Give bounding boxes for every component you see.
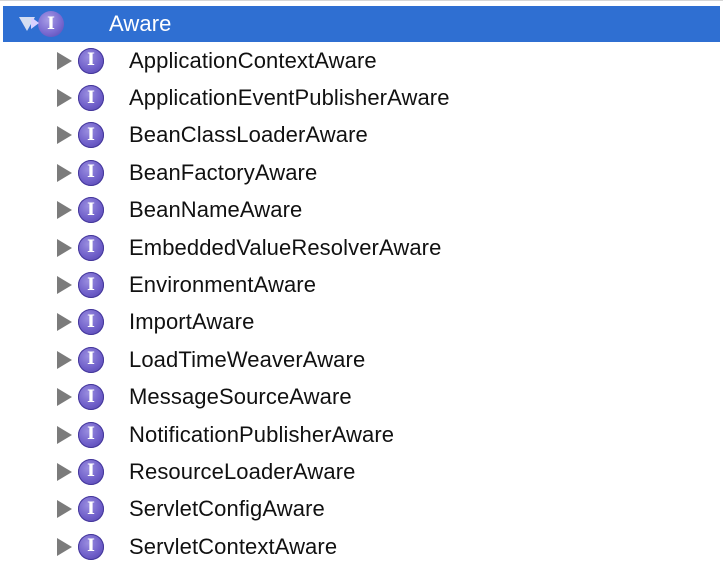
tree-node-label: BeanClassLoaderAware <box>129 122 368 148</box>
tree-node[interactable]: I ApplicationContextAware <box>0 42 723 79</box>
interface-icon: I <box>78 496 104 523</box>
tree-node[interactable]: I ImportAware <box>0 304 723 341</box>
tree-node-label: ImportAware <box>129 309 255 335</box>
interface-glyph: I <box>87 237 95 258</box>
interface-icon: I <box>78 533 104 560</box>
interface-glyph: I <box>87 199 95 220</box>
tree-node-label: LoadTimeWeaverAware <box>129 346 366 372</box>
interface-icon: I <box>78 421 104 448</box>
disclosure-triangle-icon[interactable] <box>57 276 72 295</box>
disclosure-triangle-icon[interactable] <box>57 89 72 108</box>
interface-icon: I <box>78 272 104 299</box>
interface-glyph: I <box>87 498 95 519</box>
tree-node[interactable]: I LoadTimeWeaverAware <box>0 341 723 378</box>
tree-node[interactable]: I BeanFactoryAware <box>0 154 723 191</box>
disclosure-triangle-icon[interactable] <box>57 163 72 182</box>
interface-icon: I <box>78 234 104 261</box>
tree-node-label: BeanFactoryAware <box>129 159 318 185</box>
interface-glyph: I <box>87 87 95 108</box>
disclosure-triangle-icon[interactable] <box>57 537 72 556</box>
disclosure-triangle-icon[interactable] <box>57 350 72 369</box>
interface-glyph: I <box>87 461 95 482</box>
tree-node-label: ResourceLoaderAware <box>129 458 356 484</box>
interface-icon: I <box>78 85 104 112</box>
interface-icon: I <box>78 197 104 224</box>
interface-glyph: I <box>87 124 95 145</box>
interface-icon: I <box>78 309 104 336</box>
tree-node[interactable]: I EmbeddedValueResolverAware <box>0 229 723 266</box>
tree-node-aware[interactable]: I Aware <box>3 6 720 42</box>
interface-glyph: I <box>87 536 95 557</box>
disclosure-triangle-icon[interactable] <box>57 201 72 220</box>
interface-glyph: I <box>87 274 95 295</box>
tree-node[interactable]: I BeanNameAware <box>0 192 723 229</box>
interface-icon: I <box>78 159 104 186</box>
tree-node[interactable]: I NotificationPublisherAware <box>0 416 723 453</box>
interface-glyph: I <box>47 13 55 34</box>
disclosure-triangle-icon[interactable] <box>57 462 72 481</box>
tree-node-label: ServletConfigAware <box>129 496 325 522</box>
tree-node[interactable]: I ResourceLoaderAware <box>0 453 723 490</box>
interface-icon: I <box>31 10 65 38</box>
tree-node-label: BeanNameAware <box>129 197 303 223</box>
disclosure-triangle-icon[interactable] <box>57 238 72 257</box>
tree-node[interactable]: I EnvironmentAware <box>0 266 723 303</box>
tree-node-label: NotificationPublisherAware <box>129 421 395 447</box>
interface-glyph: I <box>87 50 95 71</box>
tree-node[interactable]: I MessageSourceAware <box>0 379 723 416</box>
tree-node-label: EmbeddedValueResolverAware <box>129 234 442 260</box>
interface-icon: I <box>78 122 104 149</box>
disclosure-triangle-icon[interactable] <box>57 388 72 407</box>
tree-node-label: MessageSourceAware <box>129 384 352 410</box>
type-hierarchy-tree: I Aware I ApplicationContextAware I Applica… <box>0 0 723 568</box>
tree-node[interactable]: I ServletContextAware <box>0 528 723 565</box>
disclosure-triangle-icon[interactable] <box>57 126 72 145</box>
interface-icon: I <box>78 346 104 373</box>
disclosure-triangle-icon[interactable] <box>57 51 72 70</box>
interface-icon: I <box>78 458 104 485</box>
interface-glyph: I <box>87 349 95 370</box>
interface-icon: I <box>78 384 104 411</box>
tree-node[interactable]: I ServletConfigAware <box>0 491 723 528</box>
disclosure-triangle-icon[interactable] <box>57 500 72 519</box>
tree-node-label: ServletContextAware <box>129 533 338 559</box>
interface-glyph: I <box>87 162 95 183</box>
tree-node-label: EnvironmentAware <box>129 272 317 298</box>
interface-glyph: I <box>87 424 95 445</box>
interface-glyph: I <box>87 386 95 407</box>
tree-node-label: ApplicationEventPublisherAware <box>129 85 450 111</box>
disclosure-triangle-icon[interactable] <box>57 425 72 444</box>
implementation-badge-icon <box>31 17 39 29</box>
tree-node-label: Aware <box>109 11 172 36</box>
interface-icon: I <box>78 47 104 74</box>
tree-node[interactable]: I ApplicationEventPublisherAware <box>0 79 723 116</box>
interface-glyph: I <box>87 311 95 332</box>
tree-node[interactable]: I BeanClassLoaderAware <box>0 117 723 154</box>
disclosure-triangle-icon[interactable] <box>57 313 72 332</box>
tree-node-label: ApplicationContextAware <box>129 47 377 73</box>
